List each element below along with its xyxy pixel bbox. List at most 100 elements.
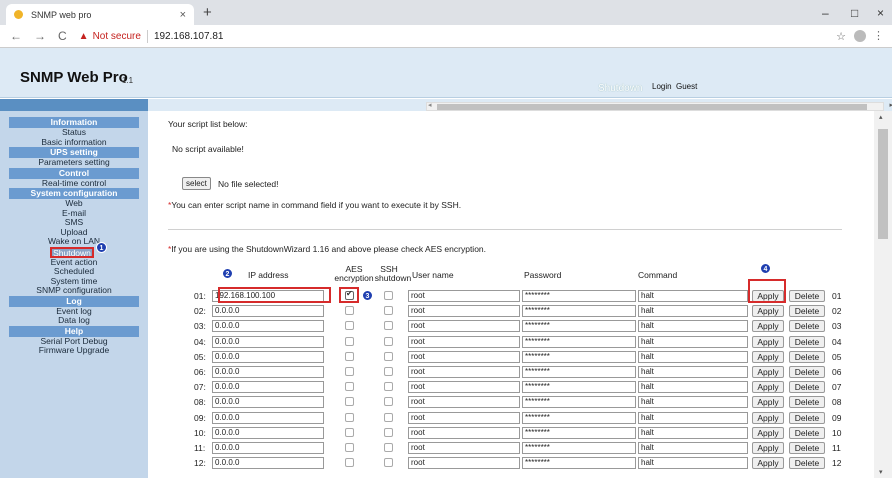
password-input[interactable]: ******** — [522, 442, 636, 454]
user-name-input[interactable]: root — [408, 305, 520, 318]
scroll-down-icon[interactable]: ▾ — [879, 468, 883, 476]
vertical-scrollbar[interactable]: ▴ ▾ — [874, 111, 892, 478]
apply-button[interactable]: Apply — [752, 366, 784, 378]
command-input[interactable]: halt — [638, 426, 748, 439]
horizontal-scrollbar[interactable]: ◂ ▸ — [426, 101, 892, 111]
ssh-shutdown-checkbox[interactable] — [384, 427, 393, 437]
delete-button[interactable]: Delete — [789, 381, 825, 394]
aes-encryption-checkbox[interactable] — [345, 382, 354, 392]
aes-encryption-checkbox[interactable] — [345, 397, 354, 407]
delete-button[interactable]: Delete — [789, 290, 825, 302]
user-name-input[interactable]: root — [408, 366, 520, 378]
password-input[interactable]: ******** — [522, 411, 636, 424]
window-close-icon[interactable]: × — [877, 6, 884, 20]
password-input[interactable]: ******** — [522, 457, 636, 470]
maximize-icon[interactable]: □ — [851, 6, 858, 20]
delete-button[interactable]: Delete — [789, 396, 825, 409]
user-name-input[interactable]: root — [408, 350, 520, 363]
password-input[interactable]: ******** — [522, 366, 636, 378]
delete-button[interactable]: Delete — [789, 411, 825, 424]
delete-button[interactable]: Delete — [789, 305, 825, 318]
password-input[interactable]: ******** — [522, 335, 636, 348]
delete-button[interactable]: Delete — [789, 442, 825, 454]
password-input[interactable]: ******** — [522, 290, 636, 302]
ssh-shutdown-checkbox[interactable] — [384, 336, 393, 346]
apply-button[interactable]: Apply — [752, 457, 784, 470]
account-avatar-icon[interactable] — [854, 30, 866, 42]
ip-address-input[interactable]: 0.0.0.0 — [212, 335, 324, 348]
scroll-left-icon[interactable]: ◂ — [428, 101, 432, 109]
delete-button[interactable]: Delete — [789, 366, 825, 378]
ssh-shutdown-checkbox[interactable] — [384, 291, 393, 300]
user-name-input[interactable]: root — [408, 442, 520, 454]
aes-encryption-checkbox[interactable] — [345, 427, 354, 437]
aes-encryption-checkbox[interactable] — [345, 306, 354, 316]
sidebar-item-basic-information[interactable]: Basic information — [9, 137, 139, 148]
ip-address-input[interactable]: 0.0.0.0 — [212, 442, 324, 454]
ssh-shutdown-checkbox[interactable] — [384, 306, 393, 316]
password-input[interactable]: ******** — [522, 381, 636, 394]
ssh-shutdown-checkbox[interactable] — [384, 443, 393, 452]
command-input[interactable]: halt — [638, 442, 748, 454]
user-name-input[interactable]: root — [408, 411, 520, 424]
login-link[interactable]: Login — [652, 82, 672, 91]
user-name-input[interactable]: root — [408, 396, 520, 409]
ip-address-input[interactable]: 0.0.0.0 — [212, 396, 324, 409]
forward-icon[interactable]: → — [34, 29, 46, 43]
ip-address-input[interactable]: 0.0.0.0 — [212, 305, 324, 318]
browser-tab[interactable]: SNMP web pro × — [6, 4, 194, 25]
apply-button[interactable]: Apply — [752, 381, 784, 394]
url-text[interactable]: 192.168.107.81 — [154, 31, 224, 42]
horizontal-scroll-thumb[interactable] — [437, 104, 867, 110]
apply-button[interactable]: Apply — [752, 350, 784, 363]
apply-button[interactable]: Apply — [752, 305, 784, 318]
ip-address-input[interactable]: 0.0.0.0 — [212, 411, 324, 424]
new-tab-button[interactable]: + — [203, 4, 212, 21]
password-input[interactable]: ******** — [522, 305, 636, 318]
warning-icon[interactable]: ▲ — [79, 31, 89, 42]
aes-encryption-checkbox[interactable] — [345, 351, 354, 361]
sidebar-item-firmware-upgrade[interactable]: Firmware Upgrade — [9, 345, 139, 356]
user-name-input[interactable]: root — [408, 290, 520, 302]
command-input[interactable]: halt — [638, 396, 748, 409]
command-input[interactable]: halt — [638, 381, 748, 394]
reload-icon[interactable]: C — [58, 29, 67, 43]
user-name-input[interactable]: root — [408, 457, 520, 470]
apply-button[interactable]: Apply — [752, 411, 784, 424]
password-input[interactable]: ******** — [522, 320, 636, 333]
scroll-up-icon[interactable]: ▴ — [879, 113, 883, 121]
ssh-shutdown-checkbox[interactable] — [384, 397, 393, 407]
ssh-shutdown-checkbox[interactable] — [384, 351, 393, 361]
password-input[interactable]: ******** — [522, 396, 636, 409]
apply-button[interactable]: Apply — [752, 426, 784, 439]
command-input[interactable]: halt — [638, 457, 748, 470]
user-name-input[interactable]: root — [408, 335, 520, 348]
delete-button[interactable]: Delete — [789, 335, 825, 348]
apply-button[interactable]: Apply — [752, 320, 784, 333]
aes-encryption-checkbox[interactable] — [345, 336, 354, 346]
back-icon[interactable]: ← — [10, 29, 22, 43]
command-input[interactable]: halt — [638, 335, 748, 348]
delete-button[interactable]: Delete — [789, 350, 825, 363]
delete-button[interactable]: Delete — [789, 426, 825, 439]
ssh-shutdown-checkbox[interactable] — [384, 412, 393, 422]
ip-address-input[interactable]: 0.0.0.0 — [212, 426, 324, 439]
command-input[interactable]: halt — [638, 290, 748, 302]
user-name-input[interactable]: root — [408, 381, 520, 394]
sidebar-item-data-log[interactable]: Data log — [9, 315, 139, 326]
command-input[interactable]: halt — [638, 305, 748, 318]
ssh-shutdown-checkbox[interactable] — [384, 321, 393, 331]
sidebar-item-shutdown[interactable]: Shutdown — [50, 246, 94, 258]
command-input[interactable]: halt — [638, 320, 748, 333]
sidebar-item-parameters-setting[interactable]: Parameters setting — [9, 157, 139, 168]
tab-close-icon[interactable]: × — [180, 9, 186, 21]
command-input[interactable]: halt — [638, 411, 748, 424]
sidebar-item-real-time-control[interactable]: Real-time control — [9, 178, 139, 189]
apply-button[interactable]: Apply — [752, 335, 784, 348]
command-input[interactable]: halt — [638, 350, 748, 363]
aes-encryption-checkbox[interactable] — [345, 321, 354, 331]
select-file-button[interactable]: select — [182, 177, 211, 190]
delete-button[interactable]: Delete — [789, 457, 825, 470]
apply-button[interactable]: Apply — [752, 442, 784, 454]
command-input[interactable]: halt — [638, 366, 748, 378]
